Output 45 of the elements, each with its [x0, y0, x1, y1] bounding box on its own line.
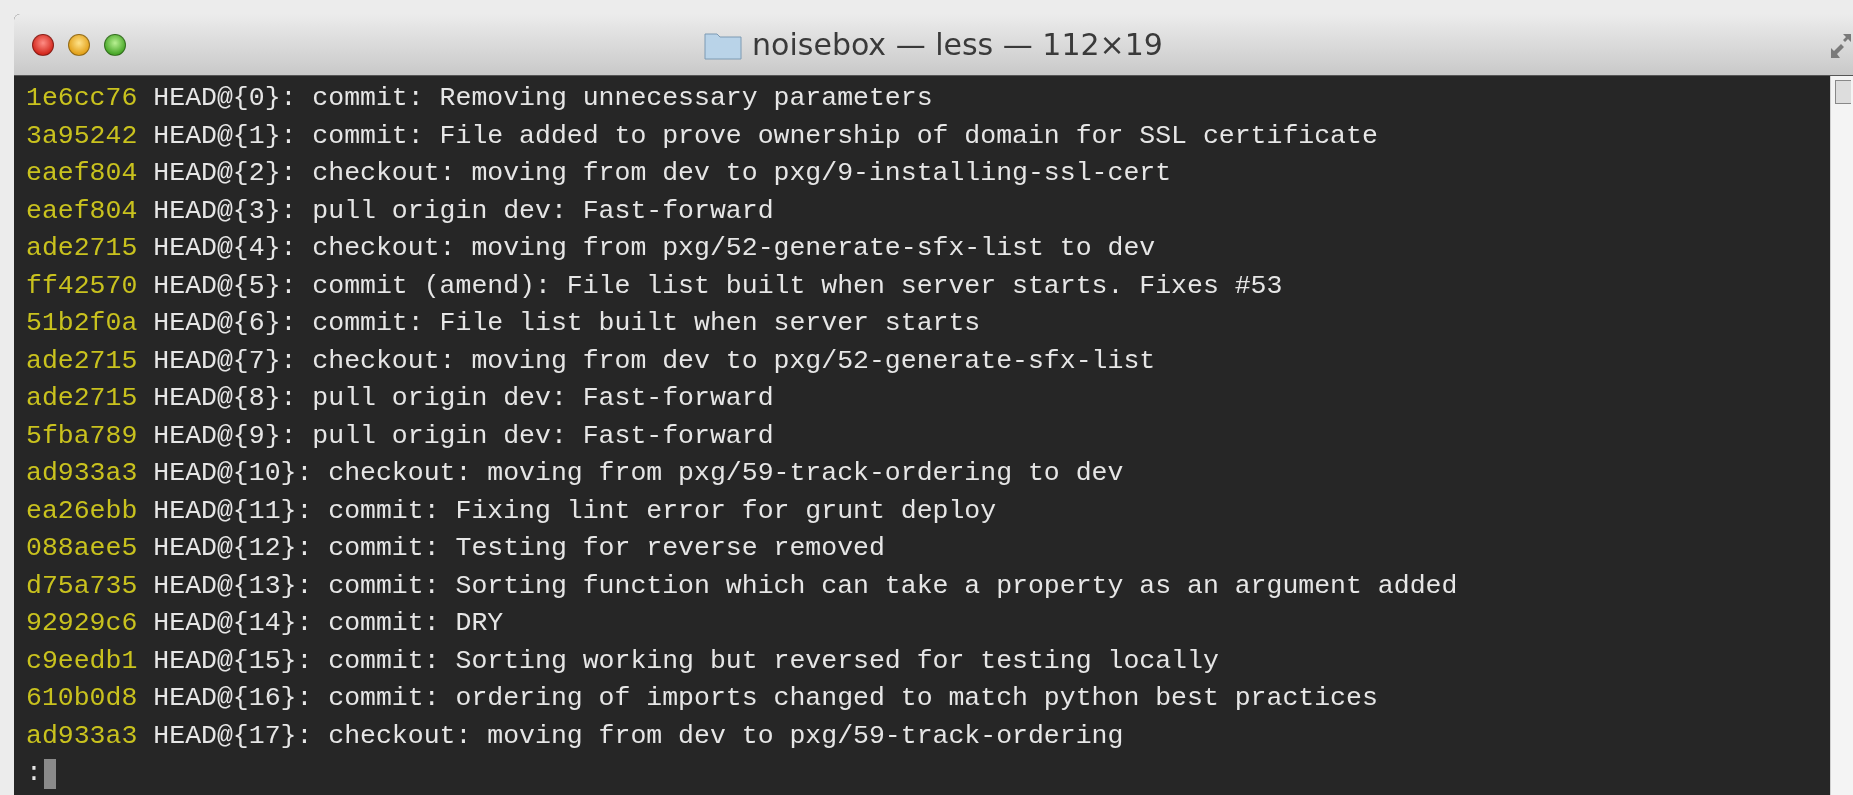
- less-prompt: :: [26, 757, 42, 790]
- reflog-entry: HEAD@{3}: pull origin dev: Fast-forward: [153, 194, 774, 228]
- commit-hash: 51b2f0a: [26, 307, 138, 340]
- commit-hash: 5fba789: [26, 419, 138, 453]
- commit-hash: 610b0d8: [26, 682, 138, 715]
- split-pane-icon[interactable]: [1835, 80, 1851, 104]
- reflog-entry: HEAD@{2}: checkout: moving from dev to pxg/9-installing-ssl-cert: [153, 157, 1172, 190]
- reflog-entry: HEAD@{17}: checkout: moving from dev to pxg/59-track-ordering: [153, 719, 1124, 753]
- zoom-button[interactable]: [104, 33, 126, 56]
- window-title: noisebox — less — 112×19: [752, 27, 1163, 62]
- scroll-bar[interactable]: [1830, 76, 1853, 795]
- commit-hash: d75a735: [26, 569, 138, 603]
- reflog-entry: HEAD@{6}: commit: File list built when server starts: [153, 307, 981, 340]
- reflog-entry: HEAD@{1}: commit: File added to prove ownership of domain for SSL certificate: [153, 119, 1378, 153]
- commit-hash: 3a95242: [26, 119, 138, 153]
- commit-hash: 088aee5: [26, 532, 138, 565]
- minimize-button[interactable]: [68, 33, 90, 56]
- reflog-entry: HEAD@{16}: commit: ordering of imports changed to match python best practices: [153, 682, 1378, 715]
- commit-hash: 92929c6: [26, 607, 138, 640]
- commit-hash: c9eedb1: [26, 644, 138, 678]
- reflog-entry: HEAD@{10}: checkout: moving from pxg/59-track-ordering to dev: [153, 457, 1124, 490]
- close-button[interactable]: [32, 33, 54, 56]
- reflog-entry: HEAD@{13}: commit: Sorting function which can take a property as an argument added: [153, 569, 1458, 603]
- commit-hash: ad933a3: [26, 457, 138, 490]
- reflog-entry: HEAD@{7}: checkout: moving from dev to pxg/52-generate-sfx-list: [153, 344, 1156, 378]
- reflog-entry: HEAD@{11}: commit: Fixing lint error for grunt deploy: [153, 494, 997, 528]
- commit-hash: ade2715: [26, 382, 138, 415]
- commit-hash: eaef804: [26, 194, 138, 228]
- commit-hash: ea26ebb: [26, 494, 138, 528]
- commit-hash: ad933a3: [26, 719, 138, 753]
- reflog-entry: HEAD@{8}: pull origin dev: Fast-forward: [153, 382, 774, 415]
- reflog-entry: HEAD@{14}: commit: DRY: [153, 607, 504, 640]
- commit-hash: ff42570: [26, 269, 138, 303]
- text-cursor: [43, 758, 56, 789]
- reflog-entry: HEAD@{4}: checkout: moving from pxg/52-generate-sfx-list to dev: [153, 232, 1156, 265]
- resize-arrows-icon[interactable]: [1829, 32, 1853, 60]
- reflog-entry: HEAD@{0}: commit: Removing unnecessary parameters: [153, 82, 933, 115]
- commit-hash: eaef804: [26, 157, 138, 190]
- reflog-entry: HEAD@{15}: commit: Sorting working but reversed for testing locally: [153, 644, 1219, 678]
- commit-hash: ade2715: [26, 344, 138, 378]
- commit-hash: ade2715: [26, 232, 138, 265]
- reflog-entry: HEAD@{12}: commit: Testing for reverse removed: [153, 532, 885, 565]
- reflog-entry: HEAD@{5}: commit (amend): File list built when server starts. Fixes #53: [153, 269, 1283, 303]
- reflog-entry: HEAD@{9}: pull origin dev: Fast-forward: [153, 419, 774, 453]
- commit-hash: 1e6cc76: [26, 82, 138, 115]
